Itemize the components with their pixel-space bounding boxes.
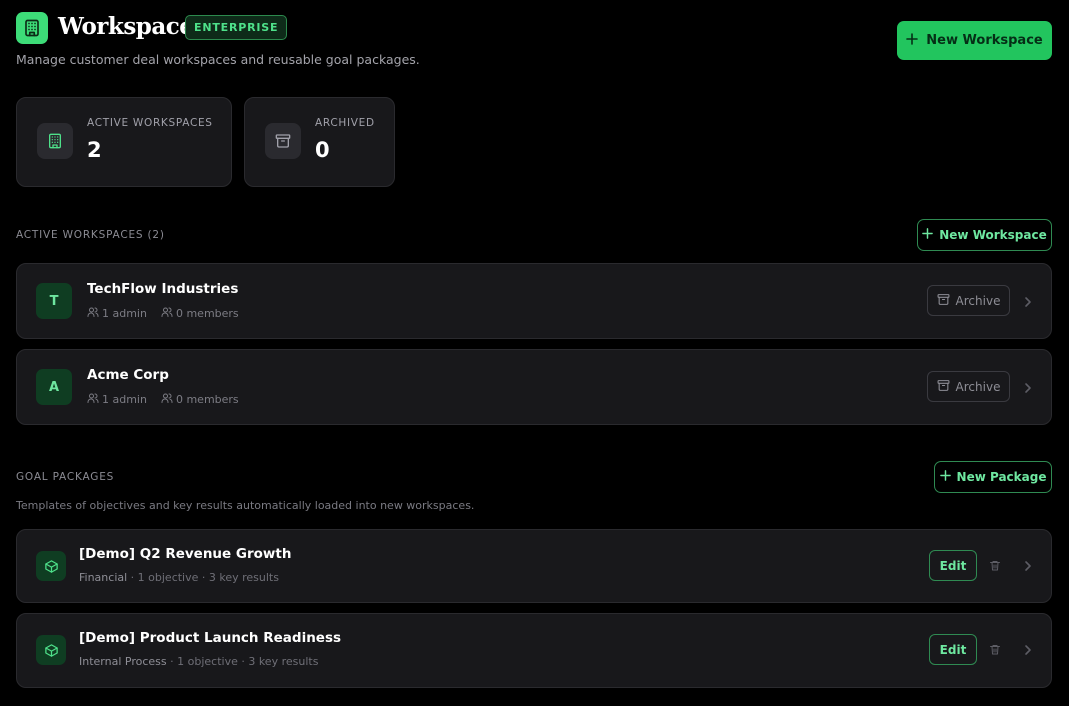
new-workspace-button[interactable]: New Workspace	[917, 219, 1052, 251]
page-subtitle: Manage customer deal workspaces and reus…	[16, 52, 420, 67]
archive-icon	[265, 123, 301, 159]
package-icon	[36, 551, 66, 581]
edit-button[interactable]: Edit	[929, 634, 977, 665]
users-icon	[161, 306, 173, 321]
page-header: Workspaces ENTERPRISE Manage customer de…	[16, 12, 1052, 72]
new-workspace-label: New Workspace	[926, 33, 1043, 48]
package-name: [Demo] Product Launch Readiness	[79, 630, 342, 646]
workspace-card[interactable]: A Acme Corp 1 admin 0 members Archive	[16, 349, 1052, 425]
new-package-button[interactable]: New Package	[934, 461, 1052, 493]
archive-label: Archive	[955, 379, 1001, 394]
workspace-meta: 1 admin 0 members	[87, 306, 253, 321]
chevron-right-icon[interactable]	[1021, 643, 1035, 657]
archive-button[interactable]: Archive	[927, 371, 1010, 402]
archive-label: Archive	[955, 293, 1001, 308]
stat-card-archived: ARCHIVED 0	[244, 97, 395, 187]
trash-icon[interactable]	[988, 558, 1002, 572]
plus-icon	[906, 32, 919, 49]
package-name: [Demo] Q2 Revenue Growth	[79, 546, 292, 562]
new-workspace-label: New Workspace	[939, 228, 1047, 242]
member-count: 0 members	[175, 393, 239, 406]
package-meta: Financial · 1 objective · 3 key results	[79, 571, 279, 584]
new-package-label: New Package	[956, 470, 1047, 484]
building-icon	[16, 12, 48, 44]
new-workspace-primary-button[interactable]: New Workspace	[897, 21, 1052, 60]
stat-label: ACTIVE WORKSPACES	[87, 117, 213, 129]
stat-card-active-workspaces: ACTIVE WORKSPACES 2	[16, 97, 232, 187]
plus-icon	[939, 470, 951, 484]
archive-icon	[937, 379, 950, 395]
building-icon	[37, 123, 73, 159]
chevron-right-icon[interactable]	[1021, 295, 1035, 309]
users-icon	[161, 392, 173, 407]
package-details: · 1 objective · 3 key results	[166, 655, 319, 668]
package-category: Internal Process	[79, 655, 167, 668]
plus-icon	[922, 228, 934, 242]
archive-icon	[937, 293, 950, 309]
workspace-name: TechFlow Industries	[87, 281, 239, 297]
package-card[interactable]: [Demo] Product Launch Readiness Internal…	[16, 613, 1052, 688]
stat-value: 0	[315, 138, 330, 162]
chevron-right-icon[interactable]	[1021, 381, 1035, 395]
package-category: Financial	[79, 571, 128, 584]
active-workspaces-heading: ACTIVE WORKSPACES (2)	[16, 229, 165, 241]
goal-packages-description: Templates of objectives and key results …	[16, 499, 475, 512]
admin-count: 1 admin	[102, 393, 147, 406]
trash-icon[interactable]	[988, 642, 1002, 656]
stat-label: ARCHIVED	[315, 117, 375, 129]
stat-value: 2	[87, 138, 102, 162]
archive-button[interactable]: Archive	[927, 285, 1010, 316]
workspace-avatar: T	[36, 283, 72, 319]
page-title: Workspaces	[58, 13, 206, 40]
chevron-right-icon[interactable]	[1021, 559, 1035, 573]
workspace-avatar: A	[36, 369, 72, 405]
plan-badge: ENTERPRISE	[185, 15, 288, 40]
workspace-name: Acme Corp	[87, 367, 169, 383]
user-icon	[87, 392, 99, 407]
package-card[interactable]: [Demo] Q2 Revenue Growth Financial · 1 o…	[16, 529, 1052, 603]
admin-count: 1 admin	[102, 307, 147, 320]
user-icon	[87, 306, 99, 321]
edit-button[interactable]: Edit	[929, 550, 977, 581]
workspace-meta: 1 admin 0 members	[87, 392, 253, 407]
package-meta: Internal Process · 1 objective · 3 key r…	[79, 655, 318, 668]
workspace-card[interactable]: T TechFlow Industries 1 admin 0 members …	[16, 263, 1052, 339]
package-details: · 1 objective · 3 key results	[127, 571, 279, 584]
package-icon	[36, 635, 66, 665]
goal-packages-heading: GOAL PACKAGES	[16, 471, 115, 483]
member-count: 0 members	[175, 307, 239, 320]
